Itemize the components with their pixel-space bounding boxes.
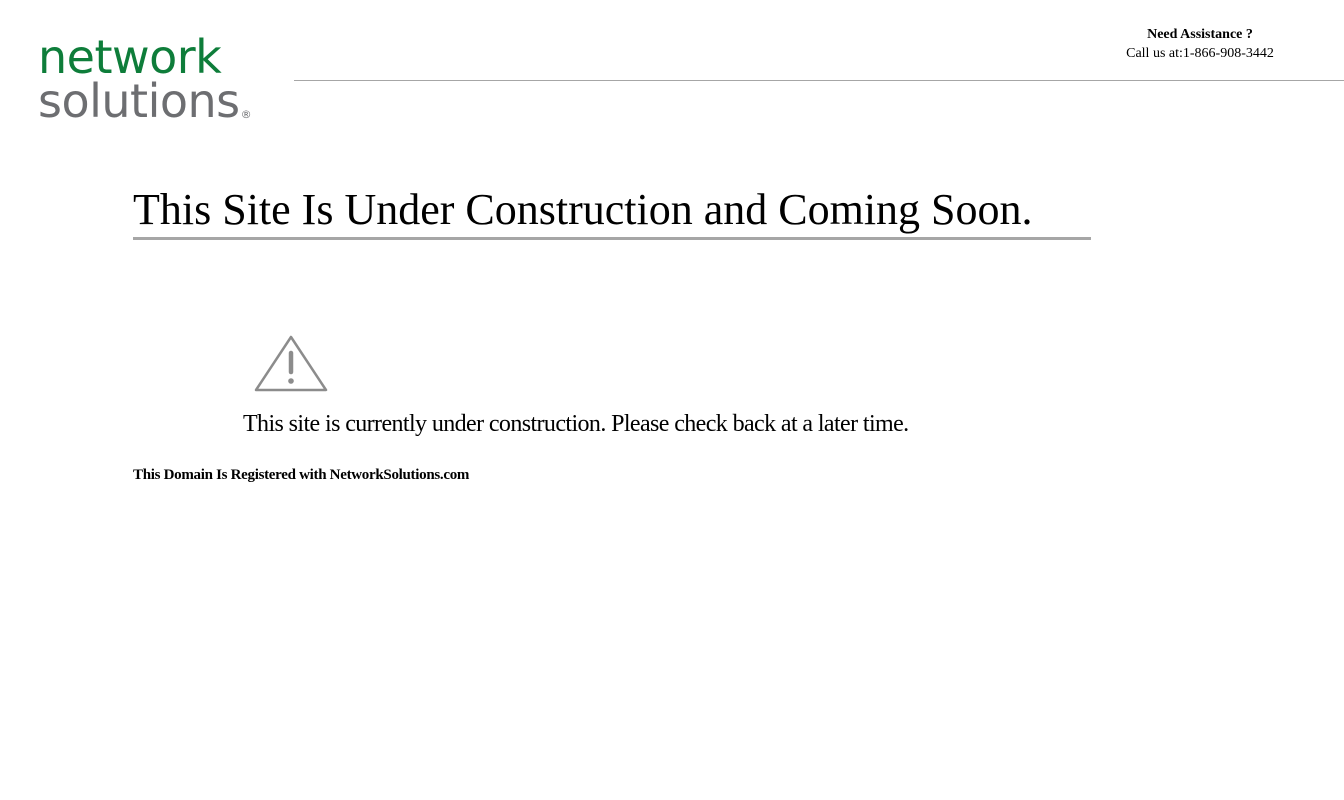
page-headline: This Site Is Under Construction and Comi… xyxy=(133,183,1091,240)
logo-solutions-text: solutions xyxy=(38,74,240,128)
domain-registered-note: This Domain Is Registered with NetworkSo… xyxy=(133,467,470,483)
assistance-box: Need Assistance ? Call us at:1-866-908-3… xyxy=(1110,26,1290,64)
logo-wordmark-solutions: solutions® xyxy=(38,78,252,124)
network-solutions-logo[interactable]: network solutions® xyxy=(38,34,278,130)
warning-triangle-icon xyxy=(254,335,328,392)
assistance-title: Need Assistance ? xyxy=(1147,27,1253,42)
registered-mark: ® xyxy=(240,108,252,121)
header-divider xyxy=(294,80,1344,81)
assistance-phone: Call us at:1-866-908-3442 xyxy=(1126,46,1274,61)
construction-notice: This site is currently under constructio… xyxy=(243,411,909,437)
